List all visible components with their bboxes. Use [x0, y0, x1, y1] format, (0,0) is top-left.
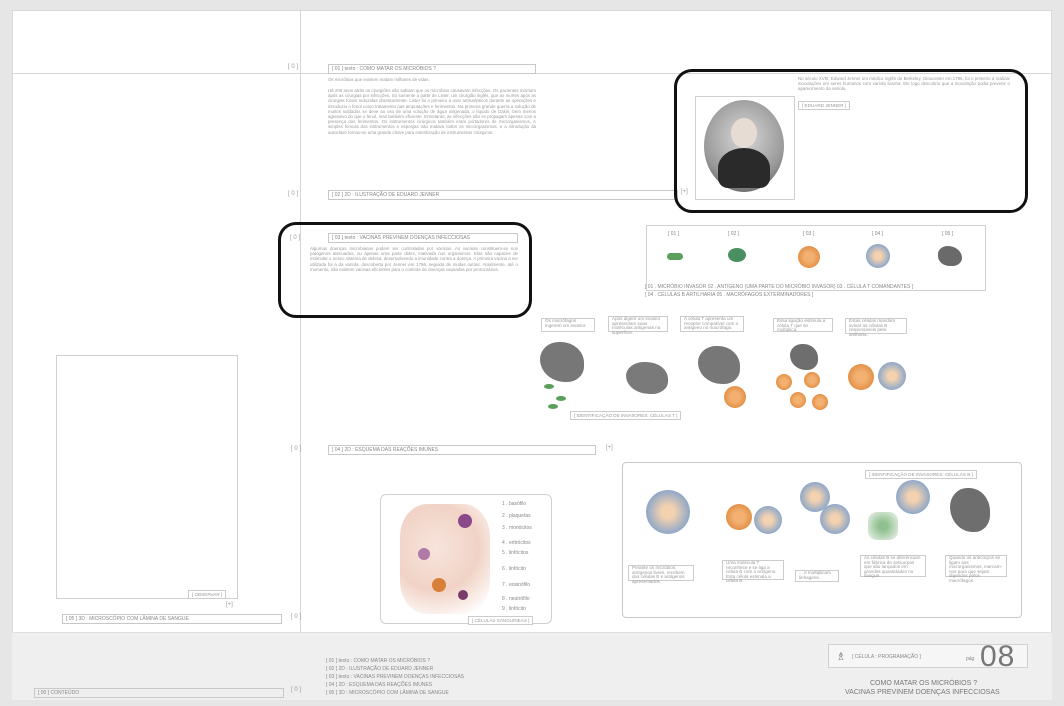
seq1-microbe-c [548, 404, 558, 409]
blood-label-7: 7 . eosinófilo [502, 582, 531, 588]
seq1-step-4-caption: Essa ligação estimula a célula T que se … [773, 318, 833, 332]
microbe-icon [667, 253, 683, 260]
legend-item-5-label: [ 05 ] [942, 231, 954, 237]
microscope-placeholder [56, 355, 238, 599]
jenner-index: [ 0 ] [288, 191, 299, 197]
footer-title-line-1: COMO MATAR OS MICRÓBIOS ? [870, 680, 978, 687]
footer-index: [ 0 ] [291, 687, 302, 693]
blood-title: [ CÉLULAS SANGUÍNEAS ] [468, 616, 534, 625]
blood-label-4: 4 . eritrócitos [502, 540, 531, 546]
observe-label[interactable]: [ OBSERVAR ] [188, 590, 227, 599]
seq1-microbe-a [544, 384, 554, 389]
intro-title-pill[interactable]: [ 01 ] texto : COMO MATAR OS MICRÓBIOS ? [328, 64, 536, 74]
seq1-t-cell-6 [848, 364, 874, 390]
seq2-b-cell-2 [754, 506, 782, 534]
legend-item-4-label: [ 04 ] [872, 231, 884, 237]
seq2-step-1-caption: Perante os micróbios, antígenos livres, … [628, 565, 694, 584]
seq1-macrophage-4 [790, 344, 818, 370]
scheme-row-pill[interactable]: [ 04 ] 2D : ESQUEMA DAS REAÇÕES IMUNES [328, 445, 596, 455]
legend-line-2: [ 04 . CÉLULAS B ARTILHARIA 05 . MACRÓFA… [645, 292, 814, 298]
footer-list-item-3[interactable]: [ 03 ] texto : VACINAS PREVINEM DOENÇAS … [326, 674, 464, 680]
microscope-index: [ 0 ] [291, 614, 302, 620]
intro-lead: Os micróbios que existem matam milhares … [328, 77, 430, 82]
blood-cell-eosinophil [432, 578, 446, 592]
storyboard-page: [ 0 ] [ 01 ] texto : COMO MATAR OS MICRÓ… [0, 0, 1064, 706]
seq1-t-cell-5 [812, 394, 828, 410]
microscope-row-pill[interactable]: [ 05 ] 3D : MICROSCÓPIO COM LÂMINA DE SA… [62, 614, 282, 624]
seq2-b-cell-1 [646, 490, 690, 534]
seq2-step-2-caption: Uma molécula T reconhece e se liga a cél… [722, 560, 784, 583]
blood-cell-monocyte [418, 548, 430, 560]
seq2-b-cell-4 [820, 504, 850, 534]
seq1-t-cell-4 [790, 392, 806, 408]
seq1-t-cell-2 [776, 374, 792, 390]
scheme-index: [ 0 ] [291, 446, 302, 452]
footer-title-line-2: VACINAS PREVINEM DOENÇAS INFECCIOSAS [845, 689, 1000, 696]
footer-list-item-5[interactable]: [ 05 ] 3D : MICROSCÓPIO COM LÂMINA DE SA… [326, 690, 449, 696]
blood-label-1: 1 . basófilo [502, 501, 527, 507]
microscope-icon[interactable]: ♗ [836, 650, 846, 663]
blood-label-2: 2 . plaquetas [502, 513, 531, 519]
blood-label-5: 5 . linfócitos [502, 550, 529, 556]
t-cell-icon [798, 246, 820, 268]
blood-label-8: 8 . neutrófilo [502, 596, 530, 602]
seq1-step-5-caption: Estas células mandam avisar as células B… [845, 318, 907, 337]
seq1-step-3-caption: A célula T apresenta um receptor compatí… [680, 316, 744, 332]
blood-cell-basophil [458, 514, 472, 528]
seq2-step-3-caption: ... e multiplicam linhagens. [795, 570, 839, 582]
antigen-icon [728, 248, 746, 262]
seq1-b-cell [878, 362, 906, 390]
seq2-antibodies [868, 512, 898, 540]
page-prefix: pág [966, 656, 975, 662]
seq1-microbe-b [556, 396, 566, 401]
seq1-step-2-caption: Após digerir um invasor apresentam suas … [608, 316, 668, 335]
page-number: 08 [980, 640, 1016, 673]
blood-smear-image [400, 504, 490, 614]
contents-pill[interactable]: [ 00 ] CONTEÚDO [34, 688, 284, 698]
seq2-b-cell-5 [896, 480, 930, 514]
seq2-t-cell [726, 504, 752, 530]
blood-label-6: 6 . linfócito [502, 566, 526, 572]
seq1-title: [ IDENTIFICAÇÃO DE INVASORES: CÉLULAS T … [570, 411, 682, 420]
seq2-step-5-caption: Quando os anticorpos se ligam aos micror… [945, 555, 1007, 583]
blood-label-9: 9 . linfócito [502, 606, 526, 612]
blood-label-3: 3 . monócitos [502, 525, 532, 531]
legend-item-3-label: [ 03 ] [803, 231, 815, 237]
jenner-row-pill[interactable]: [ 02 ] 2D : ILUSTRAÇÃO DE EDUARD JENNER [328, 190, 678, 200]
intro-body: Há 200 anos atrás os cirurgiões não sabi… [328, 88, 536, 135]
seq1-step-1-caption: Os macrófagos ingerem um invasor. [541, 318, 595, 332]
observe-plus-button[interactable]: [+] [226, 602, 233, 608]
intro-index: [ 0 ] [288, 64, 299, 70]
page-nav-label[interactable]: [ CÉLULA : PROGRAMAÇÃO ] [852, 654, 921, 660]
legend-line-1: [ 01 . MICRÓBIO INVASOR 02 . ANTÍGENO (U… [645, 284, 914, 290]
portrait-callout [674, 69, 1028, 213]
legend-item-1-label: [ 01 ] [668, 231, 680, 237]
vaccines-callout [278, 222, 532, 318]
blood-cell-lymphocyte [458, 590, 468, 600]
seq2-title: [ IDENTIFICAÇÃO DE INVASORES: CÉLULAS B … [865, 470, 977, 479]
b-cell-icon [866, 244, 890, 268]
seq1-t-cell-3 [804, 372, 820, 388]
scheme-plus-button[interactable]: [+] [606, 445, 613, 451]
footer-list-item-1[interactable]: [ 01 ] texto : COMO MATAR OS MICRÓBIOS ? [326, 658, 430, 664]
footer-list-item-2[interactable]: [ 02 ] 2D : ILUSTRAÇÃO DE EDUARD JENNER [326, 666, 433, 672]
guide-line-vertical [300, 10, 301, 632]
seq1-t-cell-1 [724, 386, 746, 408]
legend-item-2-label: [ 02 ] [728, 231, 740, 237]
seq2-step-4-caption: As células B se diferenciam em fábrica d… [860, 555, 926, 578]
footer-list-item-4[interactable]: [ 04 ] 2D : ESQUEMA DAS REAÇÕES IMUNES [326, 682, 432, 688]
